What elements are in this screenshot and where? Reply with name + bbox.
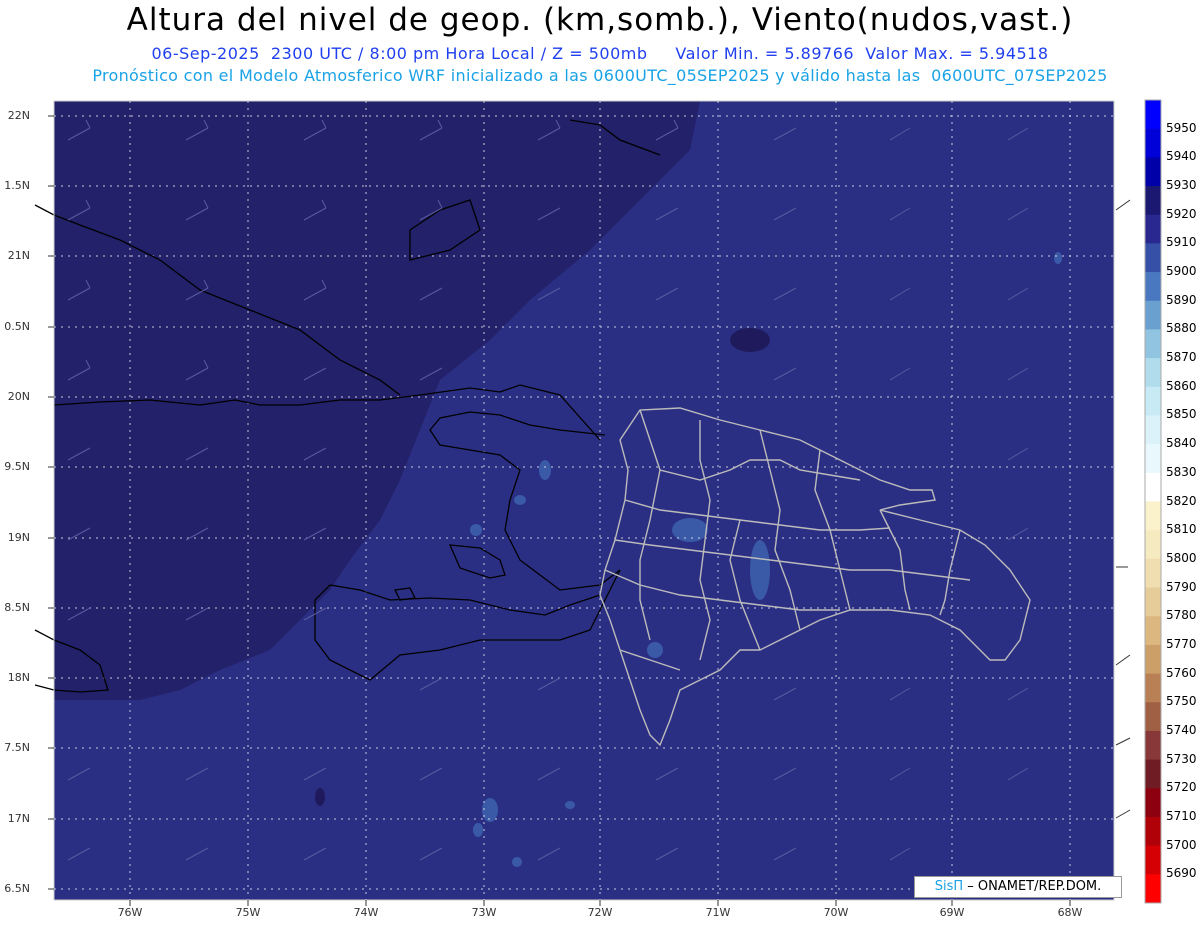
lat-label: 22N [7,109,30,122]
edge-barbs [1115,199,1131,819]
lat-label: 8.5N [4,601,30,614]
lat-label: 18N [7,671,30,684]
colorbar-label: 5850 [1166,407,1197,422]
credit-box: SisΠ – ONAMET/REP.DOM. [914,876,1122,898]
colorbar-label: 5820 [1166,493,1197,508]
lat-label: 17N [7,812,30,825]
lat-label: 20N [7,390,30,403]
colorbar-swatch [1145,587,1161,617]
colorbar-swatch [1145,558,1161,589]
lat-label: 0.5N [4,320,30,333]
colorbar-label: 5890 [1166,292,1197,307]
colorbar-label: 5950 [1166,120,1197,135]
lat-label: 7.5N [4,741,30,754]
colorbar-swatch [1145,501,1161,531]
lat-label: 1.5N [4,179,30,192]
colorbar-label: 5700 [1166,837,1197,852]
colorbar-swatch [1145,243,1161,273]
colorbar-swatch [1145,874,1161,904]
colorbar-label: 5810 [1166,522,1197,537]
lon-label: 75W [235,906,261,919]
colorbar-label: 5940 [1166,149,1197,164]
colorbar-swatch [1145,358,1161,388]
colorbar-label: 5740 [1166,722,1197,737]
colorbar-label: 5870 [1166,350,1197,365]
credit-text: – ONAMET/REP.DOM. [967,879,1102,894]
lat-label: 9.5N [4,460,30,473]
colorbar-label: 5750 [1166,694,1197,709]
colorbar-swatch [1145,128,1161,158]
lon-label: 69W [939,906,965,919]
lon-label: 71W [705,906,731,919]
colorbar-label: 5910 [1166,235,1197,250]
colorbar-label: 5760 [1166,665,1197,680]
lon-label: 74W [353,906,379,919]
colorbar-swatch [1145,472,1161,502]
colorbar-swatch [1145,415,1161,445]
colorbar-swatch [1145,186,1161,216]
lon-label: 70W [823,906,849,919]
colorbar-label: 5800 [1166,550,1197,565]
colorbar-label: 5720 [1166,780,1197,795]
lon-label: 68W [1057,906,1083,919]
colorbar-label: 5710 [1166,808,1197,823]
colorbar-label: 5780 [1166,608,1197,623]
lat-label: 6.5N [4,882,30,895]
colorbar [1144,99,1162,904]
colorbar-swatch [1145,788,1161,818]
map-canvas [34,99,1162,906]
colorbar-swatch [1145,386,1161,416]
colorbar-swatch [1145,759,1161,789]
lon-label: 72W [587,906,613,919]
colorbar-label: 5920 [1166,206,1197,221]
colorbar-swatch [1145,100,1161,130]
colorbar-label: 5690 [1166,866,1197,881]
colorbar-swatch [1145,214,1161,244]
colorbar-label: 5860 [1166,378,1197,393]
colorbar-label: 5840 [1166,436,1197,451]
colorbar-swatch [1145,157,1161,187]
colorbar-swatch [1145,530,1161,560]
colorbar-swatch [1145,845,1161,875]
colorbar-label: 5930 [1166,178,1197,193]
colorbar-swatch [1145,702,1161,732]
colorbar-swatch [1145,616,1161,646]
colorbar-swatch [1145,644,1161,675]
lat-label: 21N [7,249,30,262]
colorbar-label: 5790 [1166,579,1197,594]
colorbar-swatch [1145,329,1161,359]
lat-label: 19N [7,531,30,544]
colorbar-label: 5770 [1166,636,1197,651]
sispi-logo: SisΠ [934,879,964,894]
colorbar-label: 5730 [1166,751,1197,766]
colorbar-swatch [1145,272,1161,302]
colorbar-label: 5900 [1166,264,1197,279]
lon-label: 76W [117,906,143,919]
colorbar-label: 5880 [1166,321,1197,336]
colorbar-swatch [1145,673,1161,703]
colorbar-swatch [1145,444,1161,474]
colorbar-swatch [1145,816,1161,847]
colorbar-swatch [1145,300,1161,330]
colorbar-label: 5830 [1166,464,1197,479]
lon-label: 73W [471,906,497,919]
colorbar-swatch [1145,730,1161,761]
